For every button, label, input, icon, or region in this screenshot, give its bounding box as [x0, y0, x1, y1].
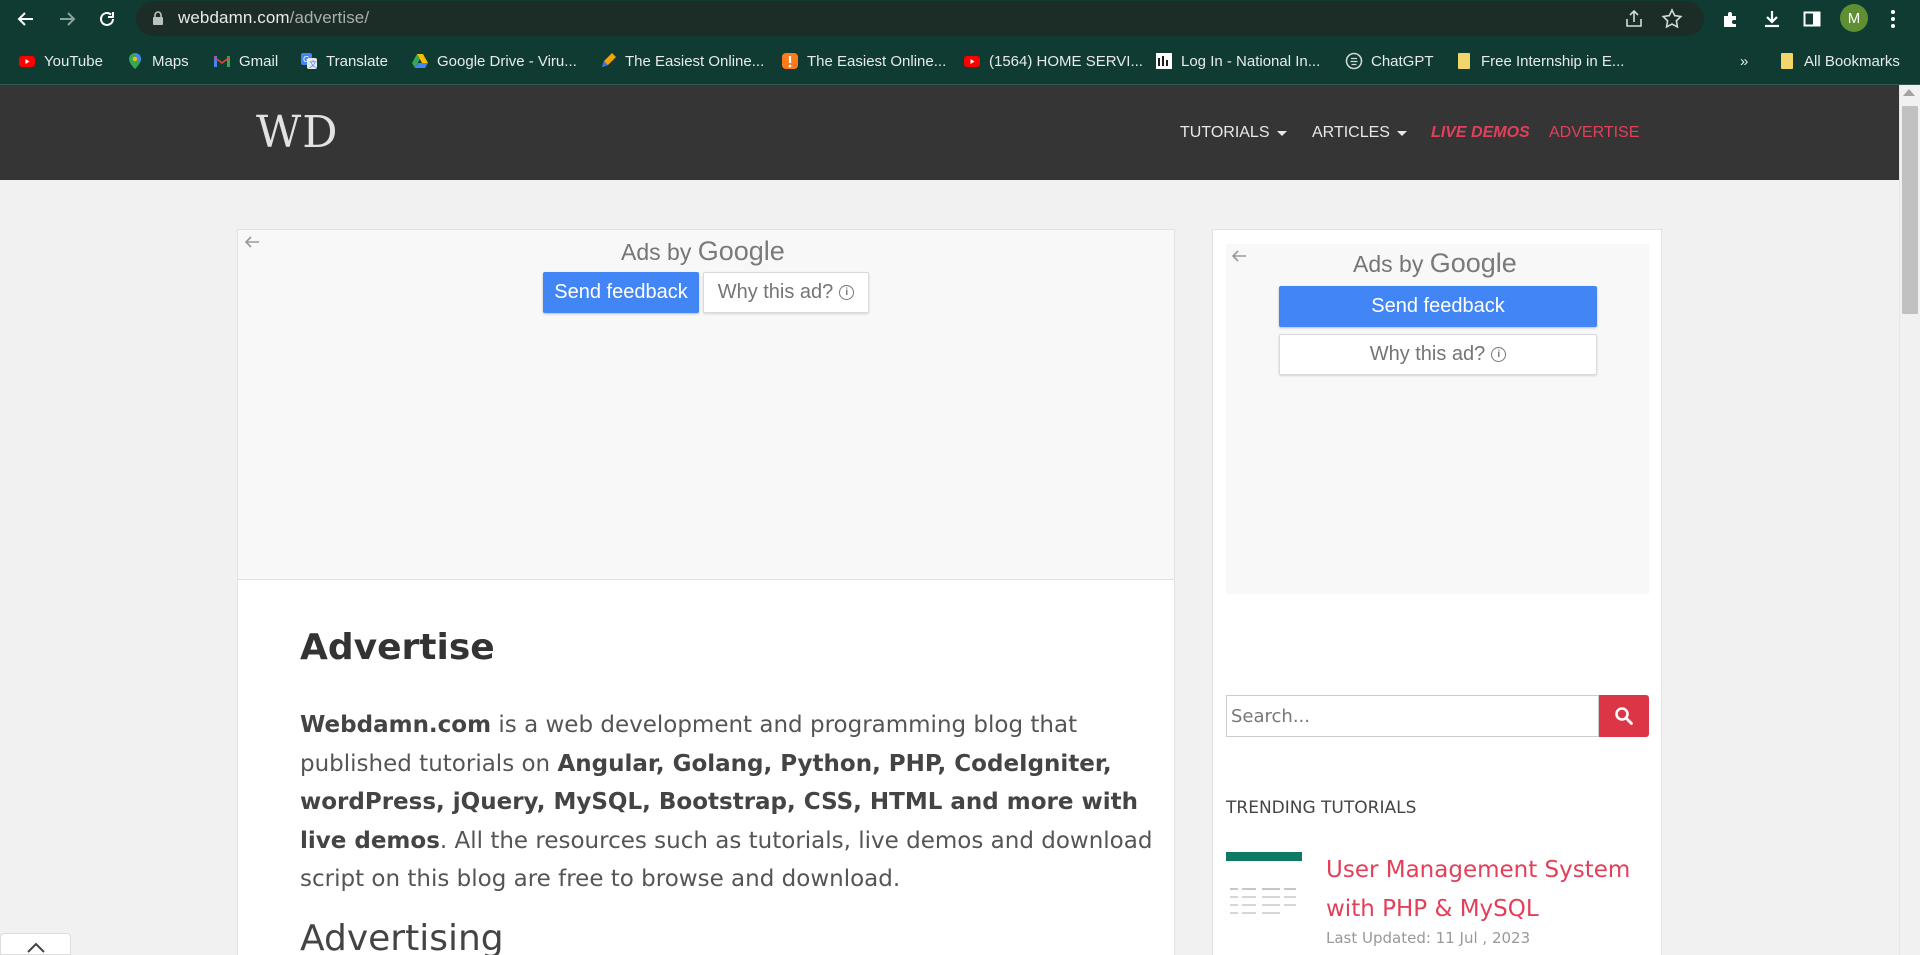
tutorial-thumbnail[interactable] [1226, 852, 1302, 920]
caret-down-icon [1276, 130, 1287, 136]
search-icon [1615, 707, 1633, 725]
all-bookmarks-folder[interactable]: All Bookmarks [1778, 49, 1900, 73]
chevron-up-icon [26, 942, 45, 953]
nav-live-demos[interactable]: LIVE DEMOS [1431, 124, 1530, 142]
ads-by-google-label: Ads by Google [621, 236, 785, 266]
send-feedback-button[interactable]: Send feedback [1279, 286, 1597, 327]
forward-arrow-icon[interactable] [53, 5, 81, 33]
bookmark-maps[interactable]: Maps [126, 49, 189, 73]
download-icon[interactable] [1759, 6, 1785, 32]
youtube-icon [963, 52, 981, 70]
scrollbar-thumb[interactable] [1902, 106, 1918, 314]
nav-tutorials[interactable]: TUTORIALS [1180, 124, 1287, 142]
bookmark-national-login[interactable]: Log In - National In... [1155, 49, 1320, 73]
pen-icon [599, 52, 617, 70]
why-this-ad-button[interactable]: Why this ad? i [703, 272, 869, 313]
scroll-up-arrow-icon[interactable] [1903, 89, 1915, 96]
share-icon[interactable] [1622, 7, 1646, 31]
bookmark-google-drive[interactable]: Google Drive - Viru... [411, 49, 577, 73]
folder-icon [1455, 52, 1473, 70]
ads-by-google-label: Ads by Google [1353, 248, 1517, 278]
maps-icon [126, 52, 144, 70]
profile-avatar[interactable]: M [1840, 4, 1868, 32]
back-arrow-icon[interactable] [12, 5, 40, 33]
address-bar[interactable]: webdamn.com/advertise/ [136, 1, 1704, 36]
site-header: WD TUTORIALS ARTICLES LIVE DEMOS ADVERTI… [0, 85, 1920, 180]
tutorial-title-link[interactable]: User Management System with PHP & MySQL [1326, 851, 1646, 928]
gmail-icon [213, 52, 231, 70]
ad-banner-sidebar: Ads by Google Send feedback Why this ad?… [1226, 244, 1649, 594]
svg-text:文: 文 [309, 59, 317, 69]
page-title: Advertise [300, 627, 495, 668]
ni-icon [1155, 52, 1173, 70]
info-icon: i [839, 285, 855, 300]
translate-icon: G文 [300, 52, 318, 70]
extensions-puzzle-icon[interactable] [1718, 6, 1744, 32]
bookmark-home-services[interactable]: (1564) HOME SERVI... [963, 49, 1143, 73]
back-arrow-icon[interactable] [243, 235, 261, 249]
bookmark-gmail[interactable]: Gmail [213, 49, 278, 73]
caret-down-icon [1396, 130, 1407, 136]
side-panel-icon[interactable] [1799, 6, 1825, 32]
nav-articles[interactable]: ARTICLES [1312, 124, 1407, 142]
section-heading: Advertising [300, 918, 504, 955]
lock-icon[interactable] [151, 10, 165, 26]
bookmark-chatgpt[interactable]: ChatGPT [1345, 49, 1434, 73]
youtube-icon [18, 52, 36, 70]
why-this-ad-button[interactable]: Why this ad? i [1279, 334, 1597, 375]
bookmark-easiest-online-2[interactable]: The Easiest Online... [781, 49, 946, 73]
send-feedback-button[interactable]: Send feedback [543, 272, 699, 313]
bookmark-easiest-online-1[interactable]: The Easiest Online... [599, 49, 764, 73]
folder-icon [1778, 52, 1796, 70]
bookmarks-overflow-chevron-icon[interactable]: » [1740, 49, 1748, 73]
info-icon: i [1491, 347, 1507, 362]
browser-toolbar: webdamn.com/advertise/ M [0, 0, 1920, 37]
bookmark-translate[interactable]: G文 Translate [300, 49, 388, 73]
ad-banner-main: Ads by Google Send feedback Why this ad?… [238, 230, 1174, 580]
reload-icon[interactable] [93, 5, 121, 33]
app-icon [781, 52, 799, 70]
back-arrow-icon[interactable] [1230, 249, 1248, 263]
search-input[interactable]: Search... [1226, 695, 1599, 737]
bookmark-free-internship[interactable]: Free Internship in E... [1455, 49, 1624, 73]
nav-advertise[interactable]: ADVERTISE [1549, 124, 1639, 142]
bookmarks-bar: YouTube Maps Gmail G文 Translate Google D… [0, 37, 1920, 85]
url-text[interactable]: webdamn.com/advertise/ [178, 8, 369, 28]
bookmark-youtube[interactable]: YouTube [18, 49, 103, 73]
article-intro: Webdamn.com is a web development and pro… [300, 712, 1153, 892]
tutorial-date: Last Updated: 11 Jul , 2023 [1326, 929, 1531, 947]
site-logo[interactable]: WD [256, 107, 339, 158]
chatgpt-icon [1345, 52, 1363, 70]
search-button[interactable] [1599, 695, 1649, 737]
back-to-top-button[interactable] [0, 933, 71, 955]
kebab-menu-icon[interactable] [1880, 6, 1906, 32]
star-bookmark-icon[interactable] [1660, 7, 1684, 31]
drive-icon [411, 52, 429, 70]
trending-heading: TRENDING TUTORIALS [1226, 798, 1417, 818]
